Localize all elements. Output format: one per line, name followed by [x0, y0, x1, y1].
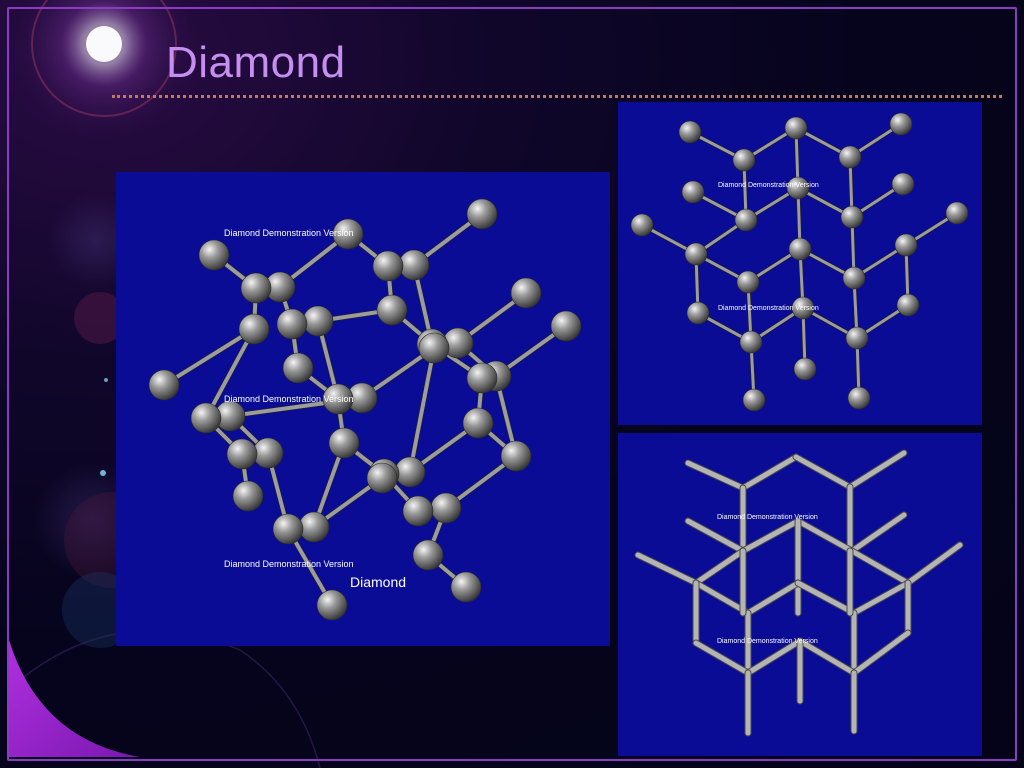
- stick-bond: [847, 450, 907, 490]
- carbon-atom: [734, 208, 758, 232]
- carbon-atom: [276, 308, 308, 340]
- carbon-atom: [550, 310, 582, 342]
- carbon-atom: [198, 239, 230, 271]
- carbon-atom: [462, 407, 494, 439]
- carbon-atom: [889, 112, 913, 136]
- carbon-atom: [840, 205, 864, 229]
- stick-bond: [851, 580, 911, 616]
- stick-bond: [693, 640, 751, 676]
- carbon-atom: [450, 571, 482, 603]
- demo-watermark: Diamond Demonstration Version: [717, 638, 818, 645]
- stick-bond: [795, 518, 855, 554]
- demo-watermark: Diamond Demonstration Version: [718, 182, 819, 189]
- carbon-atom: [412, 539, 444, 571]
- stick-bond: [905, 542, 963, 586]
- carbon-atom: [945, 201, 969, 225]
- carbon-atom: [681, 180, 705, 204]
- carbon-atom: [316, 589, 348, 621]
- carbon-atom: [678, 120, 702, 144]
- diamond-stick-model: [634, 449, 964, 737]
- slide-title: Diamond: [166, 38, 346, 87]
- demo-watermark: Diamond Demonstration Version: [224, 394, 354, 404]
- carbon-atom: [252, 437, 284, 469]
- carbon-atom: [896, 293, 920, 317]
- stick-bond: [740, 518, 801, 554]
- carbon-atom: [736, 270, 760, 294]
- diamond-stick-model-panel: Diamond Demonstration Version Diamond De…: [618, 433, 982, 756]
- carbon-atom: [466, 362, 498, 394]
- carbon-atom: [402, 495, 434, 527]
- stick-bond: [795, 580, 857, 616]
- title-divider: [112, 95, 1002, 98]
- carbon-atom: [684, 242, 708, 266]
- carbon-atom: [376, 294, 408, 326]
- carbon-atom: [148, 369, 180, 401]
- stick-bond: [745, 580, 801, 616]
- carbon-atom: [510, 277, 542, 309]
- stick-bond: [685, 460, 746, 491]
- stick-bond: [797, 638, 857, 676]
- carbon-atom: [891, 172, 915, 196]
- carbon-atom: [732, 148, 756, 172]
- carbon-atom: [366, 462, 398, 494]
- stick-bond: [745, 638, 803, 676]
- carbon-atom: [398, 249, 430, 281]
- carbon-atom: [466, 198, 498, 230]
- carbon-atom: [838, 145, 862, 169]
- carbon-atom: [686, 301, 710, 325]
- carbon-atom: [302, 305, 334, 337]
- carbon-atom: [894, 233, 918, 257]
- stick-bond: [693, 548, 746, 586]
- bond: [408, 346, 436, 474]
- carbon-atom: [394, 456, 426, 488]
- carbon-atom: [298, 511, 330, 543]
- carbon-atom: [328, 427, 360, 459]
- stick-bond: [851, 630, 911, 676]
- carbon-atom: [630, 213, 654, 237]
- carbon-atom: [847, 386, 871, 410]
- diamond-lattice-top-view-panel: Diamond Demonstration Version Diamond De…: [618, 102, 982, 425]
- diamond-lattice-top-view-model: [630, 112, 969, 412]
- stick-bond: [635, 552, 699, 586]
- diamond-ball-and-stick-panel: Diamond Demonstration Version Diamond De…: [116, 172, 610, 646]
- carbon-atom: [240, 272, 272, 304]
- carbon-atom: [418, 332, 450, 364]
- carbon-atom: [788, 237, 812, 261]
- carbon-atom: [272, 513, 304, 545]
- carbon-atom: [739, 330, 763, 354]
- carbon-atom: [742, 388, 766, 412]
- carbon-atom: [842, 266, 866, 290]
- stick-bond: [740, 454, 799, 491]
- carbon-atom: [845, 326, 869, 350]
- carbon-atom: [793, 357, 817, 381]
- carbon-atom: [238, 313, 270, 345]
- carbon-atom: [226, 438, 258, 470]
- carbon-atom: [430, 492, 462, 524]
- demo-watermark: Diamond Demonstration Version: [717, 514, 818, 521]
- carbon-atom: [190, 402, 222, 434]
- carbon-atom: [784, 116, 808, 140]
- carbon-atom: [232, 480, 264, 512]
- structure-label: Diamond: [350, 574, 407, 590]
- demo-watermark: Diamond Demonstration Version: [718, 305, 819, 312]
- stick-bond: [685, 518, 746, 554]
- carbon-atom: [372, 250, 404, 282]
- stick-bond: [849, 548, 911, 586]
- stick-bond: [849, 512, 907, 554]
- slide: Diamond Diamond Demonstration Version Di…: [0, 0, 1024, 768]
- carbon-atom: [500, 440, 532, 472]
- demo-watermark: Diamond Demonstration Version: [224, 228, 354, 238]
- carbon-atom: [282, 352, 314, 384]
- stick-bond: [793, 454, 853, 490]
- demo-watermark: Diamond Demonstration Version: [224, 559, 354, 569]
